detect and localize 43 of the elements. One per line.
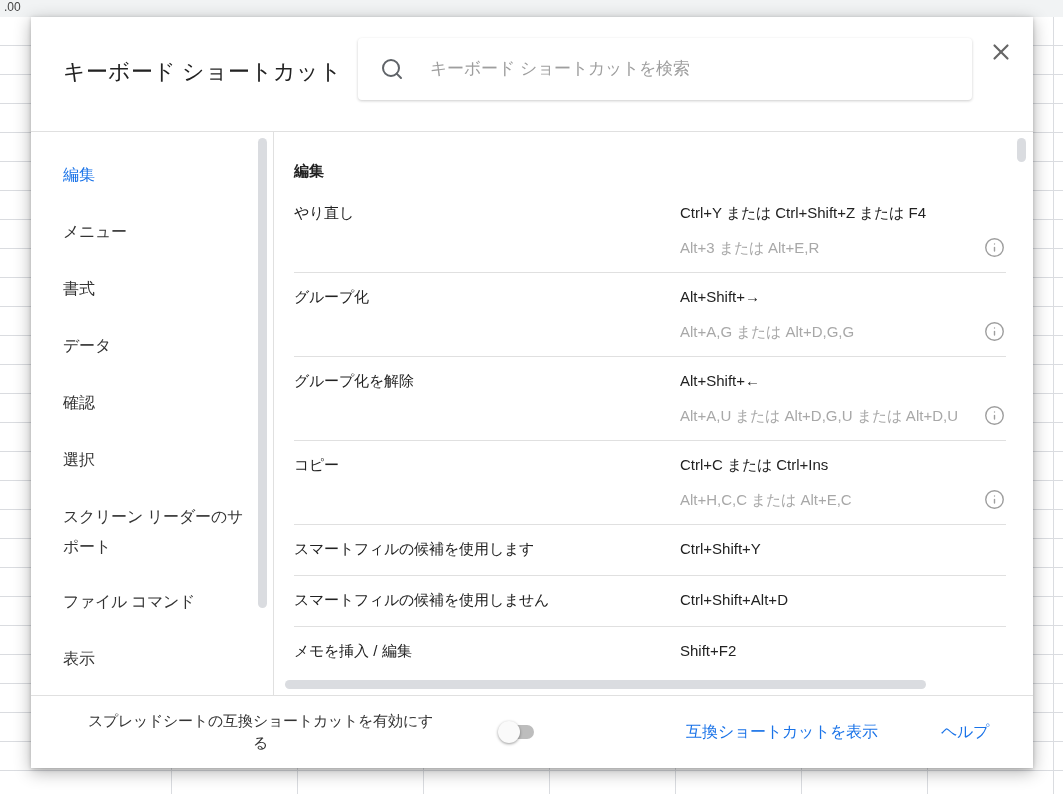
info-icon[interactable] [984,489,1005,510]
action-name: グループ化を解除 [294,371,415,391]
search-field[interactable]: キーボード ショートカットを検索 [358,38,972,100]
action-name: スマートフィルの候補を使用します [294,539,535,559]
alternate-keys: Alt+A,G または Alt+D,G,G [680,321,984,342]
category-item[interactable]: 書式 [63,268,253,325]
scrollbar-thumb[interactable] [285,680,926,689]
help-link[interactable]: ヘルプ [941,722,989,740]
category-item[interactable]: 確認 [63,382,253,439]
category-item[interactable]: 選択 [63,439,253,496]
info-icon[interactable] [984,405,1005,426]
toolbar-label: .00 [4,0,21,14]
alternate-keys: Alt+3 または Alt+E,R [680,237,984,258]
category-item[interactable]: メニュー [63,211,253,268]
alternate-keys: Alt+A,U または Alt+D,G,U または Alt+D,U [680,405,984,426]
dialog-title: キーボード ショートカット [63,58,344,86]
action-name: やり直し [294,203,355,223]
show-shortcuts-link[interactable]: 互換ショートカットを表示 [686,722,878,740]
search-icon [380,57,404,81]
shortcut-keys: Ctrl+Shift+Y [680,539,984,559]
info-icon[interactable] [984,321,1005,342]
category-item[interactable]: ファイル コマンド [63,581,253,638]
shortcut-keys: Alt+Shift+→ [680,287,984,307]
action-name: メモを挿入 / 編集 [294,641,413,661]
category-item[interactable]: データ [63,325,253,382]
shortcut-keys: Ctrl+Shift+Alt+D [680,590,984,610]
shortcut-keys: Ctrl+C または Ctrl+Ins [680,455,984,475]
scrollbar-thumb[interactable] [1017,138,1026,162]
shortcut-keys: Alt+Shift+← [680,371,984,391]
category-item[interactable]: 編集 [63,154,253,211]
alternate-keys: Alt+H,C,C または Alt+E,C [680,489,984,510]
scrollbar-thumb[interactable] [258,138,267,608]
info-icon[interactable] [984,237,1005,258]
toggle-switch[interactable] [498,721,534,743]
category-item[interactable]: スクリーン リーダーのサポート [63,496,253,581]
action-name: グループ化 [294,287,370,307]
section-title: 編集 [294,162,325,181]
shortcut-keys: Ctrl+Y または Ctrl+Shift+Z または F4 [680,203,984,223]
category-item[interactable]: 表示 [63,638,253,695]
toggle-label: スプレッドシートの互換ショートカットを有効にする [88,711,433,753]
shortcut-keys: Shift+F2 [680,641,984,661]
action-name: コピー [294,455,340,475]
action-name: スマートフィルの候補を使用しません [294,590,550,610]
